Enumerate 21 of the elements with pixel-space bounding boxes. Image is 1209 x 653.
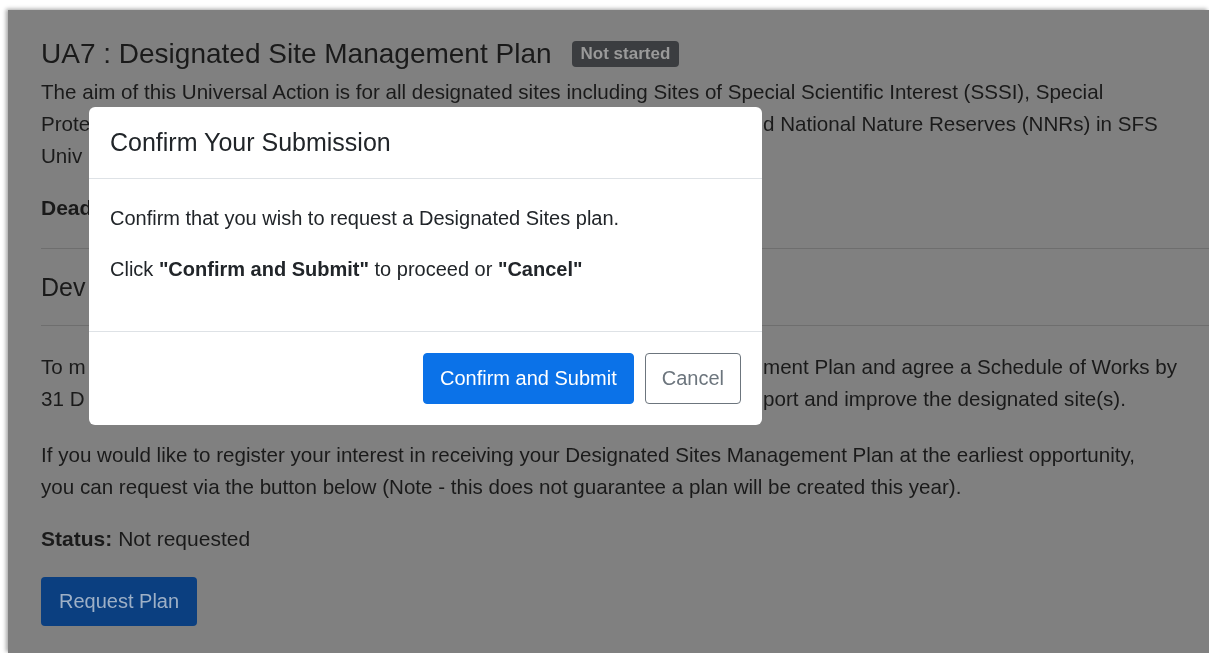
intro-text: d National Nature Reserves (NNRs) in SFS [763,112,1158,136]
intro-text: Univ [41,144,83,168]
dialog-title: Confirm Your Submission [110,128,391,157]
status-badge: Not started [571,41,680,67]
cancel-button[interactable]: Cancel [644,353,741,404]
dialog-message: Confirm that you wish to request a Designated Sites plan. [110,207,621,230]
intro-text: The aim of this Universal Action is for all designated sites including Sites of Special Scientific Interest (SSSI), Special [41,80,1104,104]
section-text: ment Plan and agree a Schedule of Works by [763,355,1178,379]
section-text: 31 D [41,387,85,411]
section-text: port and improve the designated site(s). [763,387,1126,411]
status-label: Status: [41,527,113,551]
status-value: Not requested [118,527,251,551]
intro-text: Prote [41,112,91,136]
dialog-instruction: Click "Confirm and Submit" to proceed or "Cancel" [110,258,583,280]
interest-text: you can request via the button below (Note - this does not guarantee a plan will be created this year). [41,475,962,499]
section-text: To m [41,355,86,379]
section-heading: Dev [41,272,86,302]
page-title: UA7 : Designated Site Management Plan [41,38,552,70]
interest-text: If you would like to register your interest in receiving your Designated Sites Management Plan at the earliest opportunity, [41,443,1135,467]
confirm-button[interactable]: Confirm and Submit [423,353,634,404]
request-plan-button[interactable]: Request Plan [41,577,198,626]
